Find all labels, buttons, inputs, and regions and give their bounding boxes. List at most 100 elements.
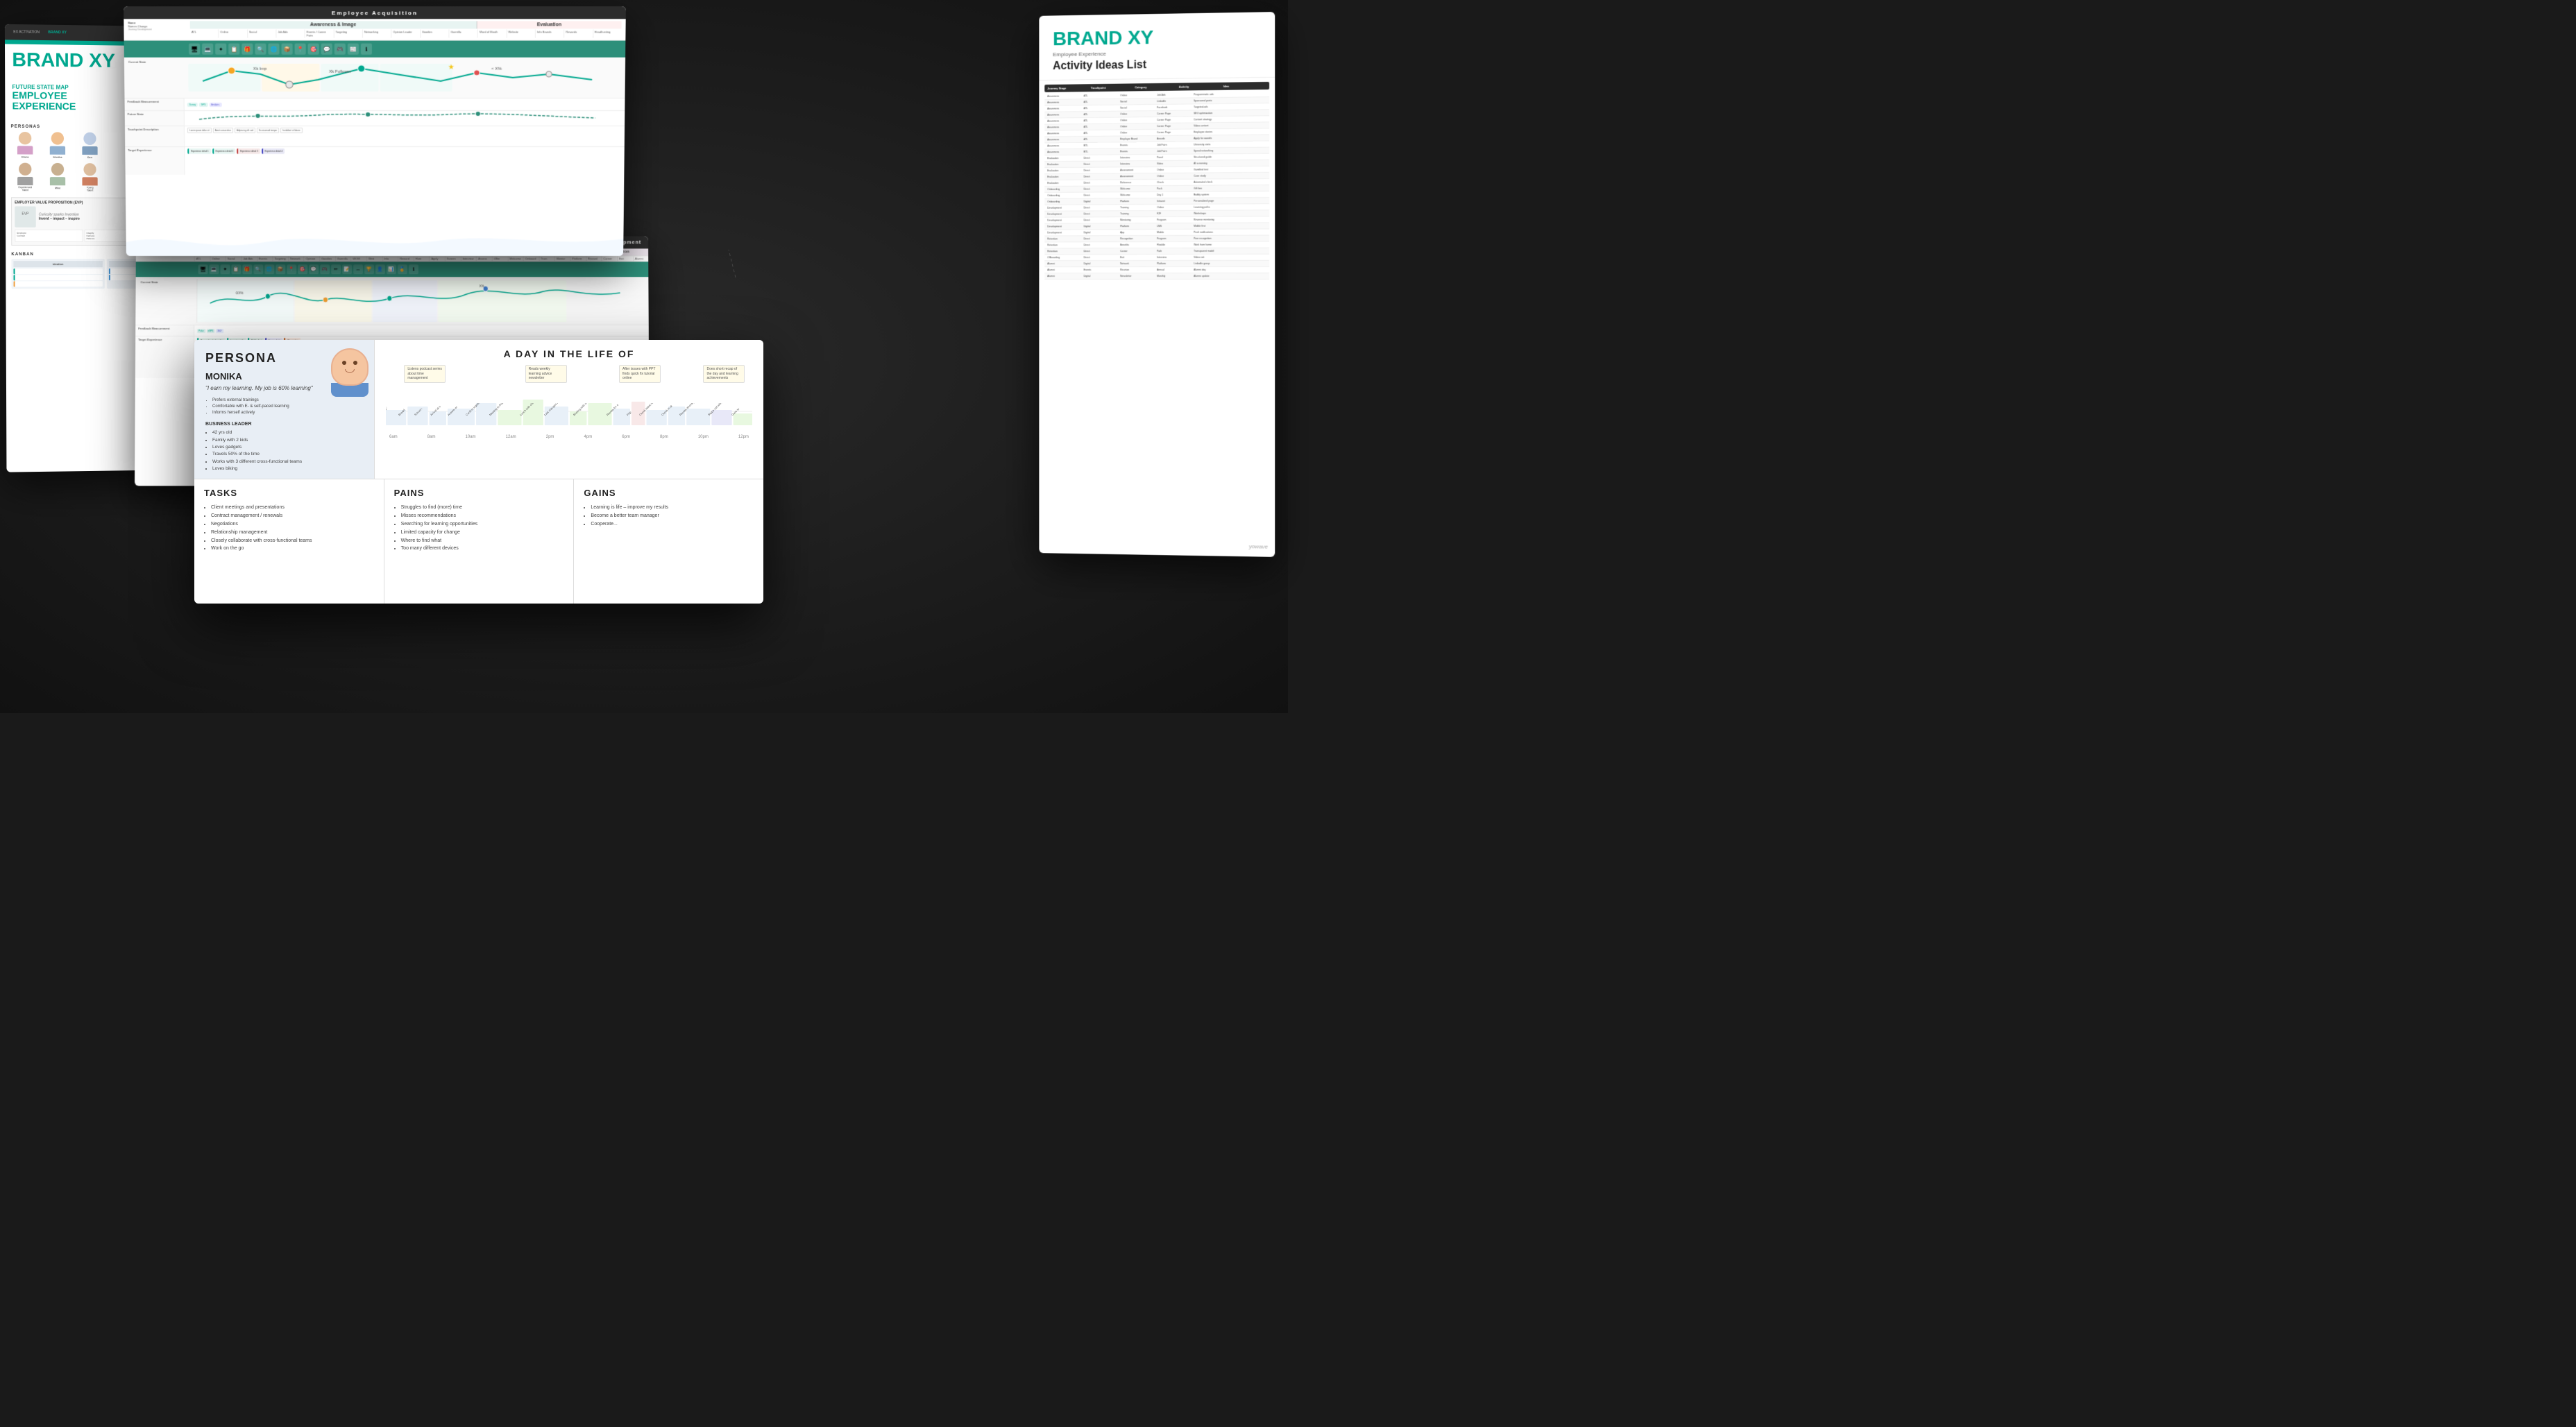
table-cell: ATL	[1084, 132, 1119, 135]
table-cell: Targeted ads	[1194, 105, 1229, 109]
task-item: Relationship management	[211, 529, 374, 537]
journey-feedback-row: Feedback Measurement Survey NPS Analytic…	[124, 99, 625, 111]
table-cell: ATL	[1084, 101, 1119, 104]
yowave-logo: yowave	[1249, 543, 1268, 550]
table-cell: Online	[1120, 119, 1155, 122]
table-cell: Mobile	[1157, 231, 1192, 234]
table-cell	[1230, 268, 1266, 271]
table-cell: ATL	[1084, 107, 1119, 110]
time-12am: 12am	[506, 435, 516, 439]
table-cell: Awareness	[1047, 126, 1082, 128]
bullet-item: Family with 2 kids	[212, 437, 363, 444]
bullet-item: Travels 50% of the time	[212, 451, 363, 458]
table-cell: Awareness	[1047, 94, 1082, 98]
persona-gains-section: GAINS Learning is life – improve my resu…	[574, 479, 763, 604]
table-cell: Events	[1120, 144, 1155, 146]
task-item: Work on the go	[211, 545, 374, 553]
table-cell: Alumni	[1047, 262, 1082, 265]
table-cell: Apply for awards	[1194, 137, 1229, 139]
table-cell	[1230, 155, 1266, 158]
table-cell: Check	[1157, 181, 1192, 184]
day-note-4: Does short recap of the day and learning…	[703, 365, 745, 383]
table-cell: Retention	[1047, 250, 1082, 253]
table-cell: Platform	[1157, 262, 1192, 265]
main-scene: Ideation EX ACTIVATION BRAND XY BRAND XY…	[0, 0, 1288, 713]
table-cell: Interview	[1120, 156, 1155, 159]
table-cell: Development	[1047, 219, 1082, 221]
table-cell: Development	[1047, 225, 1082, 228]
table-cell	[1230, 168, 1266, 171]
table-cell: Transparent model	[1194, 250, 1229, 253]
table-cell	[1230, 205, 1266, 208]
touchpoints-icon-row: 🖥 💻 ✦ 📋 🎁 🔍 🌐 📦 📍 🎯 💬 🎮 📰 ℹ	[124, 41, 626, 58]
table-cell: Video exit	[1194, 256, 1229, 259]
time-2pm: 2pm	[546, 435, 554, 439]
table-cell: Pack	[1157, 187, 1192, 190]
gains-list: Learning is life – improve my results Be…	[584, 504, 754, 529]
table-cell: Job Fairs	[1157, 144, 1192, 146]
table-cell: Workshops	[1194, 212, 1229, 215]
table-cell: Awareness	[1047, 113, 1082, 117]
table-cell: Direct	[1084, 187, 1119, 190]
th-idea: Idea	[1223, 84, 1266, 88]
table-cell: Awareness	[1047, 132, 1082, 135]
table-cell: Case study	[1194, 174, 1229, 177]
table-cell	[1230, 92, 1266, 96]
table-cell: Interview	[1120, 162, 1155, 165]
persona-pains-section: PAINS Struggles to find (more) time Miss…	[384, 479, 575, 604]
table-cell: Program	[1157, 219, 1192, 221]
table-cell: LinkedIn	[1157, 99, 1192, 103]
table-cell	[1230, 199, 1266, 202]
table-cell: Digital	[1084, 275, 1119, 277]
pain-item: Where to find what	[401, 537, 564, 545]
table-cell: Assessment	[1120, 175, 1155, 178]
table-cell	[1230, 187, 1266, 189]
bottom-journey-path: Current State 0/X% X%	[135, 277, 648, 325]
right-doc-header: BRAND XY Employee Experience Activity Id…	[1039, 12, 1275, 80]
time-12pm: 12pm	[738, 435, 749, 439]
table-cell: Awareness	[1047, 144, 1082, 147]
table-cell: Program	[1157, 237, 1192, 240]
table-cell: Direct	[1084, 194, 1119, 196]
table-cell: Reference	[1120, 181, 1155, 184]
table-cell: Evaluation	[1047, 169, 1082, 172]
table-row: OffboardingDirectExitInterviewVideo exit	[1044, 255, 1269, 262]
table-cell: Online	[1120, 94, 1155, 97]
table-cell	[1230, 123, 1266, 127]
table-cell: Online	[1157, 175, 1192, 178]
table-cell: Automated check	[1194, 180, 1229, 183]
table-cell	[1230, 193, 1266, 196]
task-item: Client meetings and presentations	[211, 504, 374, 512]
day-chart: Listens podcast series about time manage…	[386, 365, 752, 445]
table-cell: University visits	[1194, 143, 1229, 146]
table-cell: Content strategy	[1194, 118, 1229, 121]
persona-bullets-list: 42 yrs old Family with 2 kids Loves gadg…	[205, 429, 363, 472]
table-cell: Mobile first	[1194, 225, 1229, 228]
table-cell	[1230, 111, 1266, 114]
table-cell: Video	[1157, 162, 1192, 165]
table-cell: Reverse mentoring	[1194, 219, 1229, 221]
table-cell: LinkedIn group	[1194, 262, 1229, 265]
table-cell: Panel	[1157, 156, 1192, 159]
table-row: AlumniEventsReunionAnnualAlumni day	[1044, 267, 1269, 273]
table-cell: Path	[1157, 250, 1192, 253]
table-cell: Awareness	[1047, 138, 1082, 141]
gain-item: Learning is life – improve my results	[591, 504, 754, 512]
table-cell	[1230, 237, 1266, 240]
brand-xy-colored: XY	[1128, 26, 1153, 49]
table-cell: LMS	[1157, 225, 1192, 228]
table-cell: Speed networking	[1194, 149, 1229, 152]
table-cell: Facebook	[1157, 105, 1192, 109]
table-cell: Exit	[1120, 256, 1155, 259]
table-cell: Onboarding	[1047, 200, 1082, 203]
persona-right-prefs: Prefers external trainings Comfortable w…	[205, 398, 363, 416]
table-cell: Intranet	[1157, 200, 1192, 203]
table-cell: Career	[1120, 250, 1155, 253]
table-cell: Video content	[1194, 124, 1229, 128]
svg-text:X%: X%	[479, 284, 484, 289]
table-cell: Development	[1047, 212, 1082, 215]
table-cell: Online	[1120, 112, 1155, 116]
table-cell: Career Page	[1157, 112, 1192, 115]
table-row: AlumniDigitalNetworkPlatformLinkedIn gro…	[1044, 261, 1269, 267]
table-cell: Digital	[1084, 200, 1119, 203]
